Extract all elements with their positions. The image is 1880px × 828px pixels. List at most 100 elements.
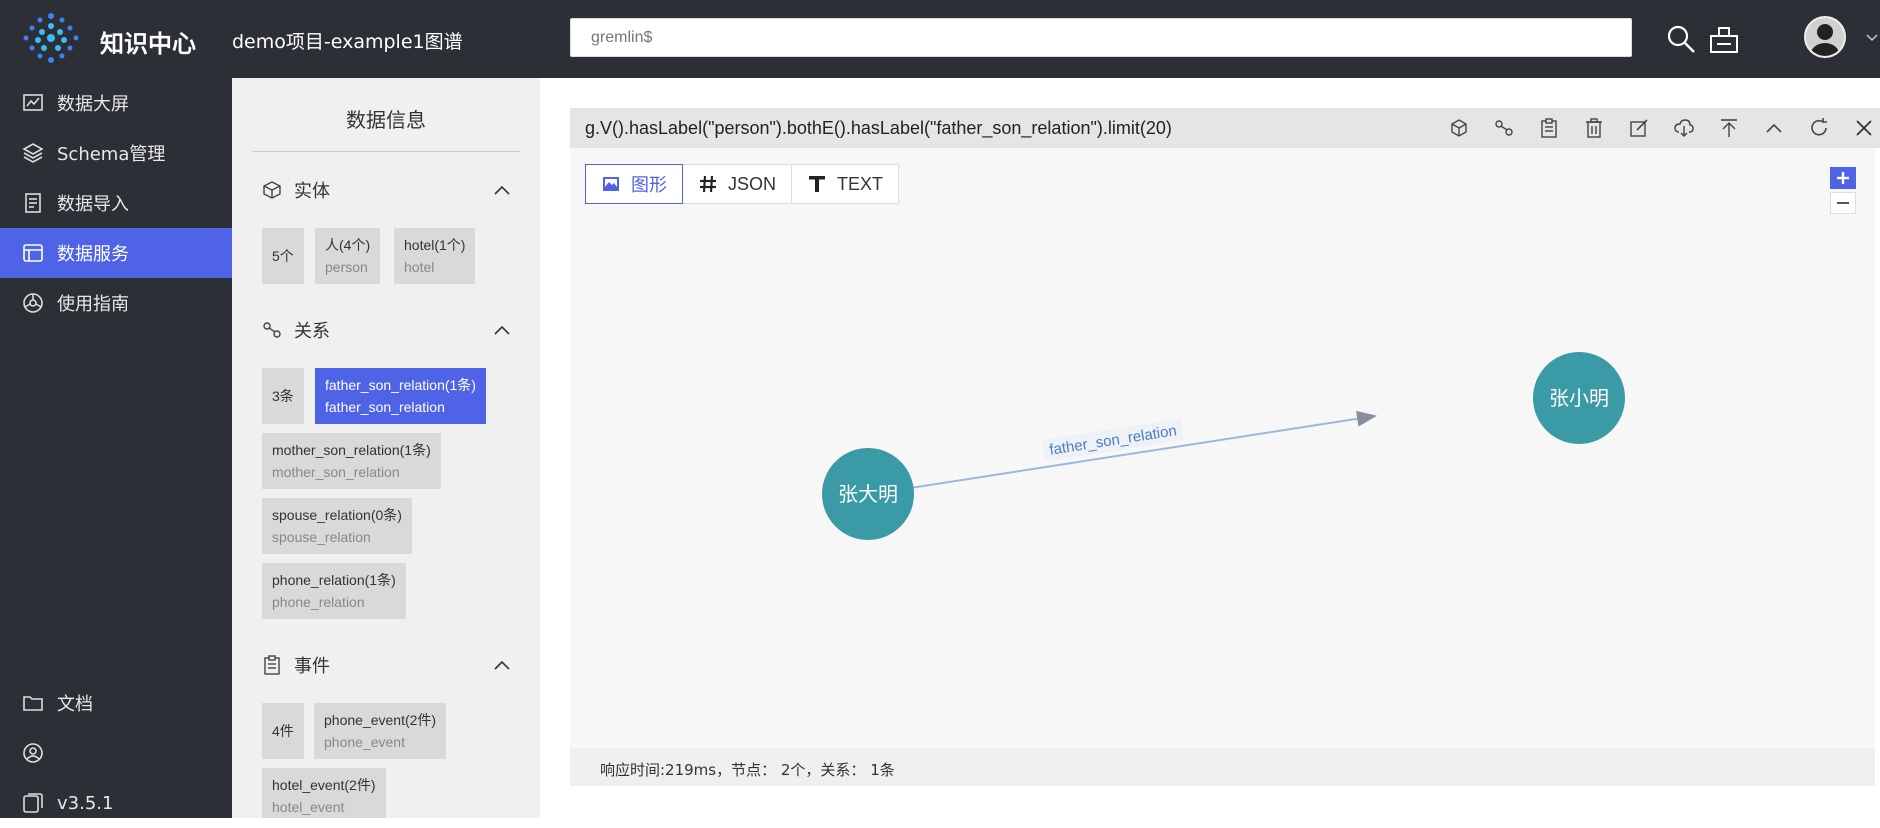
- close-icon[interactable]: [1853, 117, 1875, 139]
- edge-label: father_son_relation: [1042, 418, 1184, 462]
- chip-sub: spouse_relation: [272, 529, 371, 545]
- event-section-header[interactable]: 事件: [262, 653, 512, 677]
- chip-sub: phone_relation: [272, 594, 365, 610]
- layers-icon: [22, 142, 44, 164]
- trash-icon[interactable]: [1583, 117, 1605, 139]
- pin-top-icon[interactable]: [1718, 117, 1740, 139]
- query-bar: g.V().hasLabel("person").bothE().hasLabe…: [570, 108, 1880, 148]
- status-bar: 响应时间:219ms，节点： 2个，关系： 1条: [570, 748, 1875, 786]
- version-icon: [22, 792, 44, 814]
- sidebar-item-label: 数据服务: [57, 244, 129, 265]
- entity-count-chip: 5个: [262, 228, 304, 284]
- refresh-icon[interactable]: [1808, 117, 1830, 139]
- sidebar-item-docs[interactable]: 文档: [0, 678, 232, 728]
- event-chip-phone[interactable]: phone_event(2件) phone_event: [314, 703, 447, 759]
- sidebar-item-label: 数据大屏: [57, 94, 129, 115]
- clipboard-icon[interactable]: [1538, 117, 1560, 139]
- event-chip-hotel[interactable]: hotel_event(2件) hotel_event: [262, 768, 386, 818]
- entity-chip-hotel[interactable]: hotel(1个) hotel: [394, 228, 476, 284]
- query-text[interactable]: g.V().hasLabel("person").bothE().hasLabe…: [585, 118, 1172, 139]
- sidebar-item-label: 文档: [57, 694, 93, 715]
- chip-name: spouse_relation(0条): [272, 507, 402, 523]
- cloud-download-icon[interactable]: [1673, 117, 1695, 139]
- graph-view[interactable]: father_son_relation 张大明 张小明: [570, 148, 1875, 748]
- section-label: 实体: [294, 181, 330, 202]
- user-circle-icon: [22, 742, 44, 764]
- chevron-down-icon[interactable]: [1864, 30, 1880, 46]
- link-icon[interactable]: [1493, 117, 1515, 139]
- clipboard-icon: [262, 655, 282, 675]
- sidebar-item-label: Schema管理: [57, 144, 166, 165]
- relation-chip-phone[interactable]: phone_relation(1条) phone_relation: [262, 563, 406, 619]
- count-text: 3条: [272, 388, 294, 404]
- chevron-up-icon[interactable]: [492, 180, 512, 200]
- entity-chip-person[interactable]: 人(4个) person: [315, 228, 381, 284]
- node-label: 张小明: [1549, 386, 1609, 410]
- chip-name: father_son_relation(1条): [325, 377, 476, 393]
- project-name[interactable]: demo项目-example1图谱: [232, 27, 463, 54]
- chip-sub: father_son_relation: [325, 399, 445, 415]
- avatar[interactable]: [1804, 16, 1846, 58]
- status-text: 响应时间:219ms，节点： 2个，关系： 1条: [600, 761, 895, 779]
- chip-sub: mother_son_relation: [272, 464, 400, 480]
- edge-label-text: father_son_relation: [1048, 422, 1178, 458]
- sidebar-item-data-screen[interactable]: 数据大屏: [0, 78, 232, 128]
- section-label: 关系: [294, 321, 330, 342]
- cube-icon: [262, 180, 282, 200]
- section-label: 事件: [294, 656, 330, 677]
- chip-name: mother_son_relation(1条): [272, 442, 431, 458]
- chip-name: 人(4个): [325, 237, 371, 253]
- relation-chip-father-son[interactable]: father_son_relation(1条) father_son_relat…: [315, 368, 486, 424]
- guide-icon: [22, 292, 44, 314]
- service-icon: [22, 242, 44, 264]
- data-info-panel: 数据信息 实体 5个 人(4个) person hotel(1个) hotel …: [232, 78, 540, 818]
- search-icon[interactable]: [1664, 22, 1698, 56]
- cube-icon[interactable]: [1448, 117, 1470, 139]
- edit-icon[interactable]: [1628, 117, 1650, 139]
- gremlin-search[interactable]: [570, 18, 1632, 57]
- entity-section-header[interactable]: 实体: [262, 178, 512, 202]
- sidebar-item-version[interactable]: v3.5.1: [0, 778, 232, 828]
- chevron-up-icon[interactable]: [1763, 117, 1785, 139]
- chevron-up-icon[interactable]: [492, 320, 512, 340]
- node-label: 张大明: [838, 482, 898, 506]
- panel-title: 数据信息: [346, 108, 426, 132]
- chip-name: phone_relation(1条): [272, 572, 396, 588]
- event-count-chip: 4件: [262, 703, 304, 759]
- gremlin-input[interactable]: [571, 19, 1631, 56]
- brand-title: 知识中心: [100, 30, 196, 58]
- logo-icon: [23, 13, 79, 63]
- sidebar-item-account[interactable]: [0, 728, 232, 778]
- chip-sub: hotel: [404, 259, 435, 275]
- chip-sub: hotel_event: [272, 799, 345, 815]
- user-avatar-icon: [1806, 18, 1844, 56]
- chip-sub: person: [325, 259, 368, 275]
- count-text: 5个: [272, 248, 294, 264]
- import-icon: [22, 192, 44, 214]
- graph-canvas[interactable]: 图形 JSON TEXT father_son_relation 张大明 张小明: [570, 148, 1875, 748]
- sidebar-item-data-service[interactable]: 数据服务: [0, 228, 232, 278]
- sidebar-item-import[interactable]: 数据导入: [0, 178, 232, 228]
- top-bar: 知识中心 demo项目-example1图谱: [0, 0, 1880, 78]
- chip-name: hotel_event(2件): [272, 777, 376, 793]
- sidebar-item-guide[interactable]: 使用指南: [0, 278, 232, 328]
- graph-node[interactable]: 张大明: [822, 448, 914, 540]
- relation-count-chip: 3条: [262, 368, 304, 424]
- divider: [252, 151, 520, 152]
- main-area: g.V().hasLabel("person").bothE().hasLabe…: [540, 78, 1880, 818]
- folder-icon: [22, 692, 44, 714]
- chevron-up-icon[interactable]: [492, 655, 512, 675]
- relation-section-header[interactable]: 关系: [262, 318, 512, 342]
- relation-chip-mother-son[interactable]: mother_son_relation(1条) mother_son_relat…: [262, 433, 441, 489]
- sidebar-item-label: 使用指南: [57, 294, 129, 315]
- chip-name: hotel(1个): [404, 237, 466, 253]
- dashboard-icon[interactable]: [1707, 22, 1741, 56]
- count-text: 4件: [272, 723, 294, 739]
- graph-node[interactable]: 张小明: [1533, 352, 1625, 444]
- chip-name: phone_event(2件): [324, 712, 437, 728]
- relation-chip-spouse[interactable]: spouse_relation(0条) spouse_relation: [262, 498, 412, 554]
- version-label: v3.5.1: [57, 792, 114, 814]
- sidebar: 数据大屏 Schema管理 数据导入 数据服务 使用指南 文档 v3.5.1: [0, 78, 232, 818]
- sidebar-item-schema[interactable]: Schema管理: [0, 128, 232, 178]
- link-icon: [262, 320, 282, 340]
